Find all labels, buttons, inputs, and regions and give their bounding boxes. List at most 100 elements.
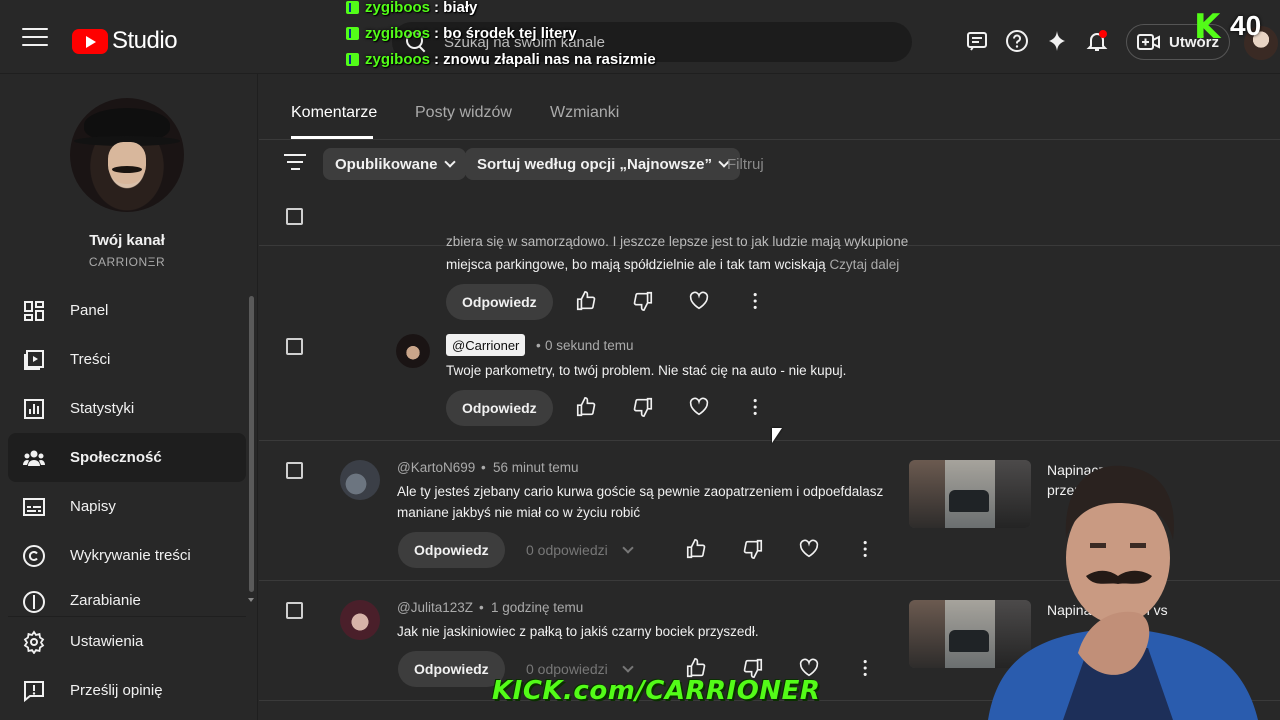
comment-text: Jak nie jaskiniowiec z pałką to jakiś cz…	[397, 624, 759, 639]
comment-text-line: miejsca parkingowe, bo mają spółdzielnie…	[446, 257, 900, 272]
avatar[interactable]	[396, 334, 430, 368]
sidebar-item-label: Panel	[70, 302, 109, 319]
owner-author-tag[interactable]: @Carrioner	[446, 334, 526, 356]
comment-text: Ale ty jesteś zjebany cario kurwa goście…	[397, 484, 884, 499]
read-more-link[interactable]: Czytaj dalej	[829, 257, 899, 272]
youtube-logo-icon	[72, 28, 108, 54]
dislike-icon[interactable]	[632, 396, 656, 420]
sidebar-item-content[interactable]: Treści	[8, 335, 246, 384]
reply-button[interactable]: Odpowiedz	[446, 284, 553, 320]
more-icon[interactable]	[856, 538, 880, 562]
more-icon[interactable]	[746, 396, 770, 420]
like-icon[interactable]	[685, 538, 709, 562]
feedback-icon	[24, 681, 44, 703]
sidebar-item-analytics[interactable]: Statystyki	[8, 384, 246, 433]
notifications-icon[interactable]	[1085, 29, 1109, 53]
sidebar-item-earn[interactable]: Zarabianie	[8, 580, 246, 616]
tab-mentions[interactable]: Wzmianki	[550, 104, 619, 122]
like-icon[interactable]	[575, 290, 599, 314]
comment-time: 1 godzinę temu	[491, 600, 584, 615]
row-divider	[259, 440, 1280, 441]
heart-icon[interactable]	[688, 396, 712, 420]
logo-text: Studio	[112, 27, 178, 54]
reply-button[interactable]: Odpowiedz	[398, 651, 505, 687]
sidebar-item-community[interactable]: Społeczność	[8, 433, 246, 482]
comment-time: 56 minut temu	[493, 460, 579, 475]
kick-logo-icon: K	[1194, 7, 1221, 47]
kick-badge-icon	[346, 26, 359, 40]
help-icon[interactable]	[1005, 29, 1029, 53]
sidebar-scrollbar[interactable]	[249, 296, 254, 592]
row-checkbox[interactable]	[286, 602, 303, 619]
copyright-icon	[23, 545, 45, 567]
chat-message: : znowu złapali nas na rasizmie	[434, 50, 656, 68]
comment-text: Twoje parkometry, to twój problem. Nie s…	[446, 363, 847, 378]
dislike-icon[interactable]	[632, 290, 656, 314]
separator-dot: •	[481, 460, 486, 475]
content-icon	[24, 350, 44, 370]
more-icon[interactable]	[856, 657, 880, 681]
sidebar-item-label: Statystyki	[70, 400, 135, 417]
sidebar-item-settings[interactable]: Ustawienia	[8, 617, 246, 666]
heart-icon[interactable]	[688, 290, 712, 314]
replies-toggle[interactable]: 0 odpowiedzi	[526, 541, 634, 558]
published-filter-chip[interactable]: Opublikowane	[323, 148, 466, 180]
filter-icon[interactable]	[283, 154, 307, 174]
sidebar-item-label: Treści	[70, 351, 111, 368]
subtitles-feedback-icon[interactable]	[965, 29, 989, 53]
chat-user: zygiboos	[365, 24, 431, 42]
studio-logo[interactable]: Studio	[72, 27, 178, 55]
sort-chip[interactable]: Sortuj według opcji „Najnowsze”	[465, 148, 741, 180]
avatar[interactable]	[340, 460, 380, 500]
chevron-down-icon	[622, 660, 634, 673]
avatar[interactable]	[340, 600, 380, 640]
menu-icon[interactable]	[22, 28, 48, 48]
replies-toggle[interactable]: 0 odpowiedzi	[526, 660, 634, 677]
row-checkbox[interactable]	[286, 462, 303, 479]
chat-user: zygiboos	[365, 0, 431, 16]
sidebar-item-copyright[interactable]: Wykrywanie treści	[8, 531, 246, 580]
comment-text-partial: zbiera się w samorządowo. I jeszcze leps…	[446, 235, 909, 249]
subtitles-icon	[23, 498, 45, 516]
select-all-checkbox[interactable]	[286, 208, 303, 225]
row-checkbox[interactable]	[286, 338, 303, 355]
chip-label: Opublikowane	[335, 155, 438, 173]
chat-line: zygiboos: biały	[346, 0, 766, 20]
sidebar-item-label: Napisy	[70, 498, 116, 515]
sidebar: Twój kanał CARRIONΞR Panel Treści Statys…	[0, 74, 258, 720]
chip-label: Sortuj według opcji „Najnowsze”	[477, 155, 713, 173]
tab-comments[interactable]: Komentarze	[291, 104, 377, 122]
chat-line: zygiboos: bo środek tej litery	[346, 20, 766, 46]
sidebar-item-label: Społeczność	[70, 449, 162, 466]
tab-viewer-posts[interactable]: Posty widzów	[415, 104, 512, 122]
comment-time: 0 sekund temu	[545, 338, 634, 353]
sidebar-item-label: Zarabianie	[70, 592, 141, 609]
viewer-count: 40	[1230, 10, 1262, 41]
reply-button[interactable]: Odpowiedz	[446, 390, 553, 426]
comment-author[interactable]: @KartoN699	[397, 460, 475, 475]
dislike-icon[interactable]	[742, 538, 766, 562]
sidebar-item-subtitles[interactable]: Napisy	[8, 482, 246, 531]
chat-message: : biały	[434, 0, 478, 16]
filter-input[interactable]: Filtruj	[727, 156, 764, 173]
like-icon[interactable]	[575, 396, 599, 420]
channel-avatar[interactable]	[70, 98, 184, 212]
chevron-down-icon	[622, 541, 634, 554]
tab-bar: Komentarze Posty widzów Wzmianki	[259, 74, 1280, 140]
heart-icon[interactable]	[798, 538, 822, 562]
sidebar-item-dashboard[interactable]: Panel	[8, 286, 246, 335]
streamer-webcam-image	[988, 465, 1258, 720]
more-icon[interactable]	[746, 290, 770, 314]
sidebar-item-label: Wykrywanie treści	[70, 547, 191, 564]
separator-dot: •	[536, 338, 541, 353]
sidebar-item-feedback[interactable]: Prześlij opinię	[8, 666, 246, 715]
comment-author[interactable]: @Julita123Z	[397, 600, 473, 615]
reply-button[interactable]: Odpowiedz	[398, 532, 505, 568]
earn-icon	[23, 591, 45, 613]
sparkle-icon[interactable]	[1045, 29, 1069, 53]
scroll-down-icon[interactable]	[248, 598, 254, 602]
video-add-icon	[1137, 34, 1160, 50]
kick-url-overlay: KICK.com/CARRIONER	[492, 676, 821, 706]
comment-text: maniane jakbyś nie miał co w życiu robić	[397, 505, 641, 520]
dashboard-icon	[24, 301, 44, 321]
